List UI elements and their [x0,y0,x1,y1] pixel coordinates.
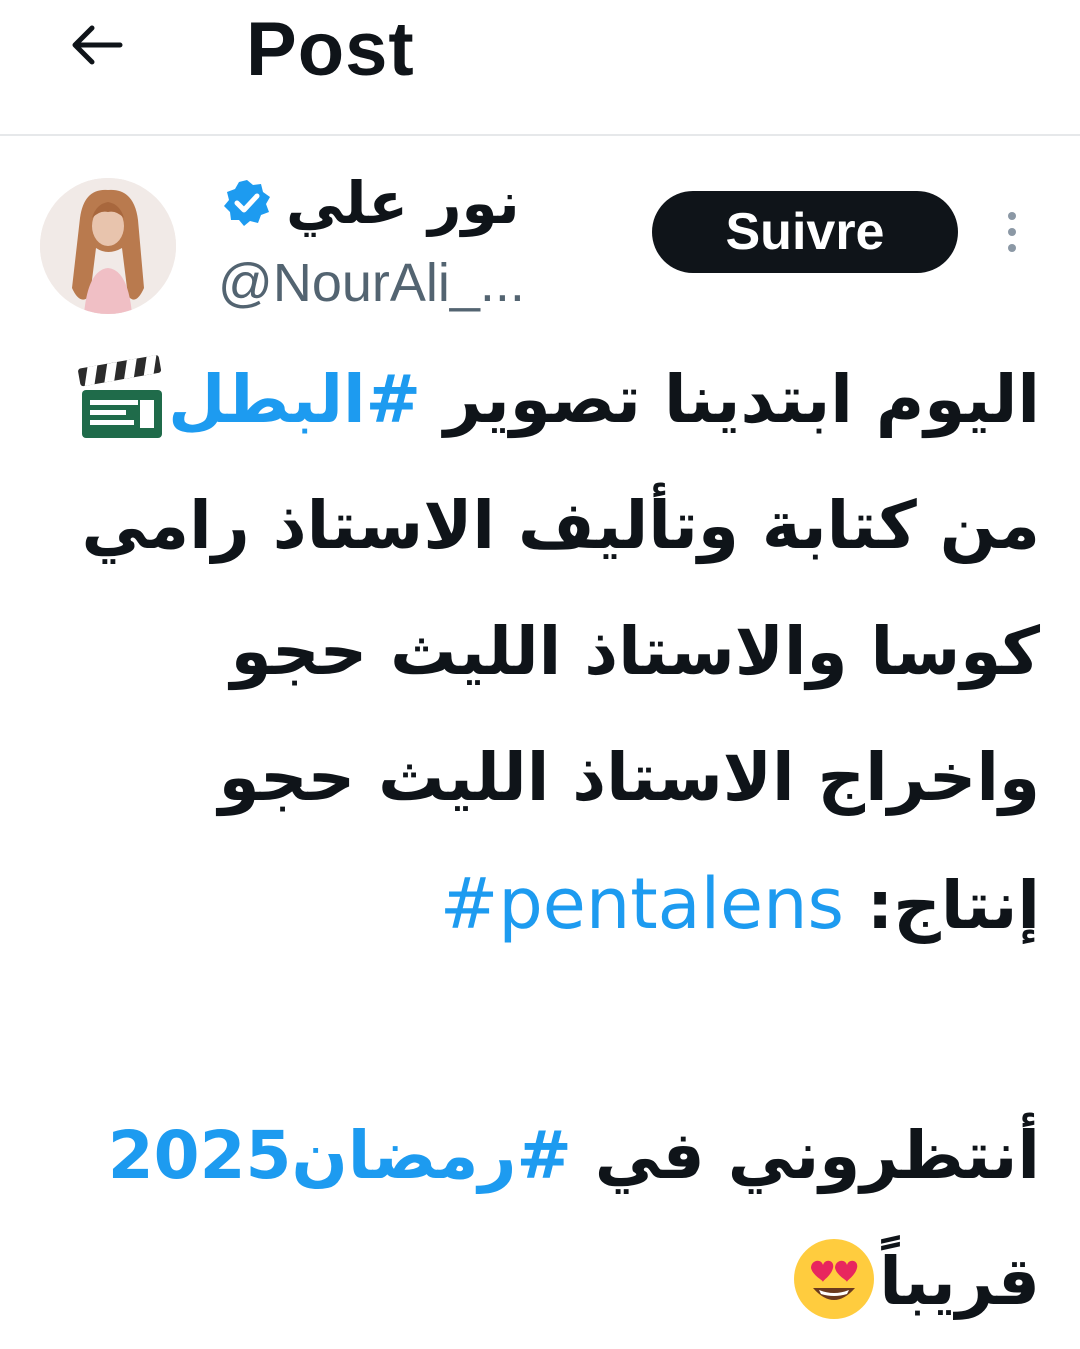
verified-badge-icon [220,176,274,230]
follow-button[interactable]: Suivre [652,191,958,273]
tweet-line-2: من كتابة وتأليف الاستاذ رامي [81,487,1040,564]
hashtag-ramadan2025[interactable]: #رمضان2025 [108,1117,572,1194]
author-display-name: نور علي [286,169,520,237]
back-button[interactable] [56,10,136,80]
tweet-text-segment: أنتظروني في [571,1117,1040,1194]
tweet-line-6: أنتظروني في #رمضان2025 [40,1093,1040,1219]
tweet-line-7: قريباً [40,1219,1040,1345]
top-bar: Post [0,0,1080,136]
tweet-text-segment: قريباً [879,1243,1040,1320]
tweet-text-segment: إنتاج: [843,867,1040,944]
tweet-line-1: اليوم ابتدينا تصوير #البطل [40,337,1040,463]
tweet-text-segment: اليوم ابتدينا تصوير [420,361,1040,438]
tweet-line-3: كوسا والاستاذ الليث حجو [230,613,1040,690]
clapper-board-icon [76,341,168,467]
more-vertical-icon [1008,212,1016,252]
tweet-line-4: واخراج الاستاذ الليث حجو [218,739,1040,816]
heart-eyes-icon [789,1223,879,1349]
hashtag-pentalens[interactable]: #pentalens [440,863,844,945]
tweet-text: اليوم ابتدينا تصوير #البطل من كتابة وتأل… [40,337,1040,1345]
tweet-line-5: إنتاج: #pentalens [40,841,1040,967]
author-handle[interactable]: @NourAli_... [218,248,525,318]
author-name-row[interactable]: نور علي [220,168,520,238]
page-title: Post [246,7,415,92]
hashtag-albatal[interactable]: #البطل [168,361,421,438]
more-options-button[interactable] [992,204,1032,260]
arrow-left-icon [72,25,123,65]
avatar[interactable] [40,178,176,314]
